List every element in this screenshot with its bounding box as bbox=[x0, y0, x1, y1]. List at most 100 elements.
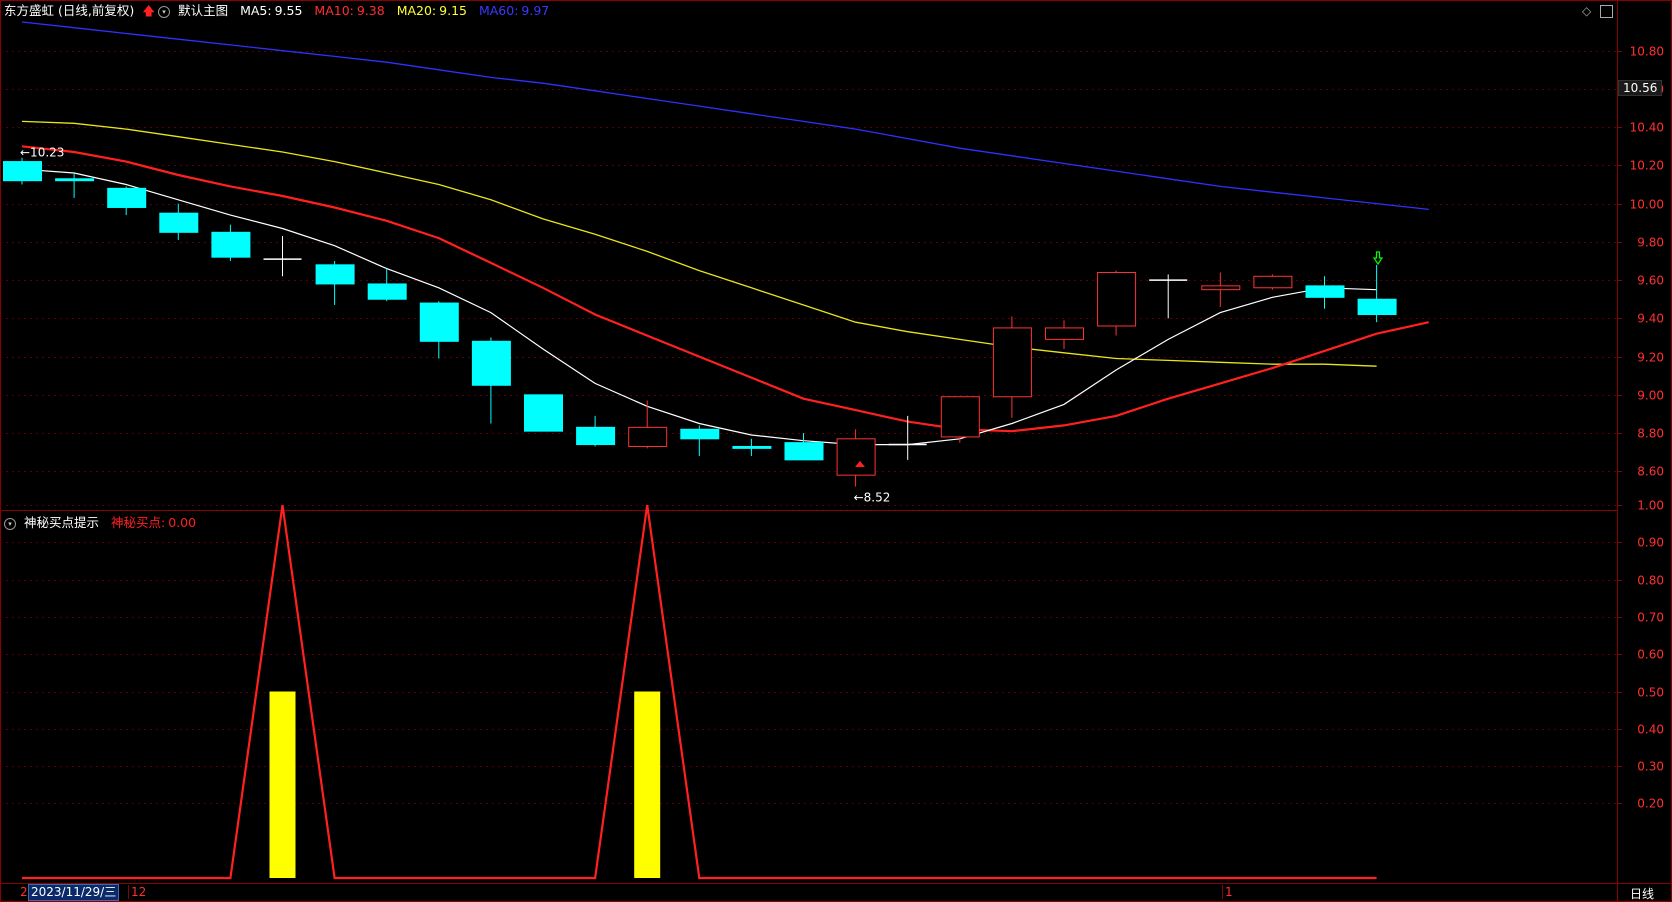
candle bbox=[1305, 276, 1345, 309]
candle bbox=[1045, 320, 1084, 349]
candle bbox=[55, 173, 95, 198]
ma60-value: 9.97 bbox=[521, 3, 550, 18]
ma10-label: MA10: bbox=[314, 3, 354, 18]
y-tick-label: 8.60 bbox=[1637, 465, 1664, 479]
y-tick-label: 0.50 bbox=[1637, 686, 1664, 700]
candle bbox=[940, 396, 980, 443]
month-1-label: 1 bbox=[1222, 885, 1233, 899]
y-tick-label: 9.40 bbox=[1637, 312, 1664, 326]
y-tick-label: 10.20 bbox=[1630, 159, 1664, 173]
y-tick-label: 0.30 bbox=[1637, 760, 1664, 774]
indicator-plot bbox=[22, 504, 1377, 880]
chevron-down-icon[interactable]: ▾ bbox=[158, 5, 171, 18]
y-tick-label: 0.80 bbox=[1637, 574, 1664, 588]
candle bbox=[1357, 264, 1397, 323]
footer-left-digit: 2 bbox=[20, 885, 28, 899]
indicator-line-label: 神秘买点: bbox=[111, 515, 166, 530]
y-tick-label: 9.00 bbox=[1637, 389, 1664, 403]
candle-body bbox=[159, 212, 199, 233]
minimize-icon[interactable] bbox=[1600, 5, 1613, 18]
indicator-line-value: 0.00 bbox=[168, 515, 197, 530]
candle-body bbox=[107, 187, 147, 208]
candle-body bbox=[992, 327, 1032, 398]
y-tick-label: 0.40 bbox=[1637, 723, 1664, 737]
candle-body bbox=[784, 442, 824, 461]
y-tick-label: 10.80 bbox=[1630, 45, 1664, 59]
signal-line bbox=[22, 504, 1377, 880]
candle-body bbox=[680, 428, 720, 440]
candle bbox=[628, 400, 668, 449]
candle-body bbox=[419, 302, 459, 342]
candle-body bbox=[211, 231, 251, 258]
period-tab[interactable]: 日线 bbox=[1630, 885, 1654, 902]
y-tick-label: 8.80 bbox=[1637, 427, 1664, 441]
candle-body bbox=[1357, 298, 1397, 316]
candle-body bbox=[940, 396, 980, 438]
candle-body bbox=[1097, 271, 1137, 327]
candle-body bbox=[471, 340, 511, 386]
candle-body bbox=[367, 283, 407, 300]
signal-bar bbox=[269, 691, 296, 878]
y-tick-label: 9.80 bbox=[1637, 236, 1664, 250]
candle-body bbox=[1045, 327, 1084, 340]
ma5-value: 9.55 bbox=[274, 3, 303, 18]
candle bbox=[471, 337, 511, 424]
candle-body bbox=[836, 438, 876, 476]
cursor-date-label: 2023/11/29/三 bbox=[28, 884, 120, 901]
stock-title[interactable]: 东方盛虹 (日线,前复权) bbox=[4, 3, 134, 18]
main-grid bbox=[0, 51, 1617, 472]
ma20-value: 9.15 bbox=[439, 3, 467, 18]
candle bbox=[576, 415, 616, 447]
candle bbox=[419, 301, 459, 359]
price-annotation: ←8.52 bbox=[854, 491, 891, 505]
main-header: 东方盛虹 (日线,前复权) 🡅 ▾ 默认主图 MA5: 9.55 MA10: 9.38 M… bbox=[4, 0, 557, 22]
candle-body bbox=[55, 178, 95, 182]
y-tick-label: 9.20 bbox=[1637, 351, 1664, 365]
chevron-down-icon[interactable]: ▾ bbox=[4, 517, 16, 530]
y-tick-label: 1.00 bbox=[1637, 499, 1664, 513]
ma5-line bbox=[21, 168, 1377, 446]
candle-body bbox=[628, 426, 668, 447]
y-tick-label: 0.60 bbox=[1637, 648, 1664, 662]
ma60-label: MA60: bbox=[478, 3, 519, 18]
candle bbox=[315, 261, 355, 305]
up-arrow-icon: 🡅 bbox=[142, 3, 156, 18]
diamond-icon[interactable]: ◇ bbox=[1582, 4, 1591, 18]
ma60-line bbox=[21, 21, 1429, 211]
candle-body bbox=[732, 445, 772, 449]
candle-body bbox=[524, 394, 563, 432]
main-chart-label[interactable]: 默认主图 bbox=[178, 3, 228, 18]
candle-body bbox=[1305, 285, 1345, 298]
candle-body bbox=[3, 161, 42, 182]
candle-body bbox=[576, 426, 616, 446]
current-price-badge: 10.56 bbox=[1618, 80, 1663, 96]
signal-bar bbox=[634, 691, 661, 878]
indicator-name[interactable]: 神秘买点提示 bbox=[24, 515, 99, 530]
candle bbox=[680, 425, 720, 457]
chart-canvas[interactable]: 8.608.809.009.209.409.609.8010.0010.2010… bbox=[0, 0, 1672, 902]
candle bbox=[1201, 272, 1241, 307]
ma10-value: 9.38 bbox=[356, 3, 385, 18]
y-tick-label: 10.00 bbox=[1630, 198, 1664, 212]
candle bbox=[732, 438, 772, 457]
candle bbox=[1097, 270, 1137, 336]
indicator-axis: 0.20 0.30 0.40 0.50 0.60 0.70 0.80 0.90 1.00 bbox=[1617, 499, 1664, 811]
price-annotation: ←10.23 bbox=[20, 146, 64, 160]
candle bbox=[211, 224, 251, 261]
y-tick-label: 10.40 bbox=[1630, 121, 1664, 135]
candle bbox=[836, 429, 876, 487]
indicator-header: ▾ 神秘买点提示 神秘买点: 0.00 bbox=[4, 512, 204, 534]
y-tick-label: 9.60 bbox=[1637, 274, 1664, 288]
candle bbox=[1253, 274, 1293, 290]
y-tick-label: 0.20 bbox=[1637, 797, 1664, 811]
indicator-grid bbox=[0, 505, 1617, 804]
month-12-label: 12 bbox=[128, 885, 146, 899]
y-tick-label: 0.90 bbox=[1637, 536, 1664, 550]
candle bbox=[992, 316, 1032, 418]
candle bbox=[159, 203, 199, 240]
candle bbox=[1149, 274, 1188, 319]
candle bbox=[524, 394, 563, 432]
y-tick-label: 0.70 bbox=[1637, 611, 1664, 625]
candle-body bbox=[1201, 285, 1241, 291]
sell-arrow-icon bbox=[1372, 251, 1384, 266]
